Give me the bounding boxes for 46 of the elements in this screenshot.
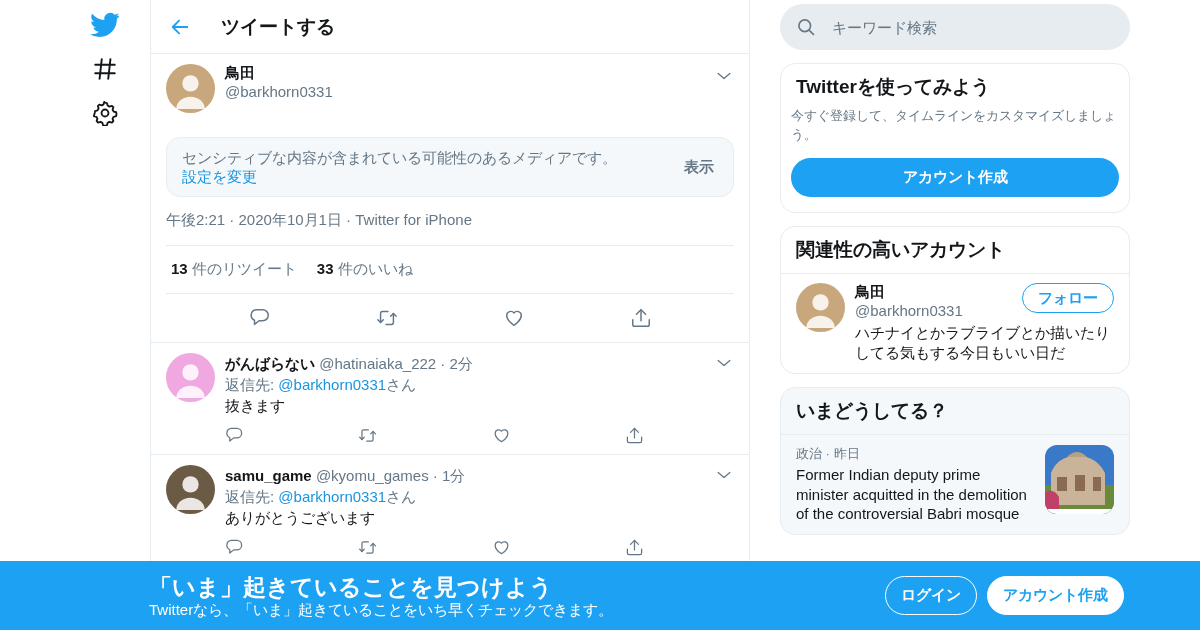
mention-link[interactable]: @barkhorn0331 (278, 376, 387, 393)
user-handle[interactable]: @hatinaiaka_222 · 2分 (319, 355, 473, 372)
settings-link[interactable]: 設定を変更 (182, 168, 257, 185)
reply-context: 返信先: @barkhorn0331さん (225, 487, 418, 507)
user-handle[interactable]: @barkhorn0331 (855, 302, 1022, 319)
card-description: 今すぐ登録して、タイムラインをカスタマイズしましょう。 (791, 107, 1117, 144)
login-button[interactable]: ログイン (885, 576, 977, 615)
stat-link[interactable]: 13 件のリツイート (171, 260, 297, 279)
card-title: Twitterを使ってみよう (795, 75, 991, 99)
banner-title: 「いま」起きていることを見つけよう (149, 572, 554, 601)
user-handle[interactable]: @kyomu_games · 1分 (315, 467, 466, 484)
section-title: いまどうしてる？ (796, 399, 949, 423)
user-name[interactable]: 鳥田 (855, 283, 1022, 302)
trend-item[interactable]: 政治 · 昨日 Former Indian deputy prime minister acquitted in the demolition of the controversial Babri mosque (781, 434, 1129, 534)
signup-button[interactable]: アカウント作成 (987, 576, 1124, 615)
reply-context: 返信先: @barkhorn0331さん (225, 375, 418, 395)
follow-button[interactable]: フォロー (1022, 283, 1114, 313)
bird-icon[interactable] (90, 12, 120, 38)
user-name[interactable]: がんばらない (225, 355, 315, 372)
stat-link[interactable]: 33 件のいいね (316, 260, 413, 279)
user-handle[interactable]: @barkhorn0331 (225, 83, 704, 100)
trend-meta: 政治 · 昨日 (796, 445, 861, 463)
avatar-icon[interactable] (166, 465, 215, 514)
settings-icon[interactable] (92, 100, 118, 126)
section-title: 関連性の高いアカウント (796, 238, 1006, 262)
sensitive-media-notice: センシティブな内容が含まれている可能性のあるメディアです。 設定を変更 (182, 148, 618, 186)
trend-headline: Former Indian deputy prime minister acquitted in the demolition of the controversial Babri mosque (796, 465, 1028, 524)
mention-link[interactable]: @barkhorn0331 (278, 488, 387, 505)
tweet-timestamp: 午後2:21 · 2020年10月1日 · Twitter for iPhone (166, 197, 734, 246)
share-icon[interactable] (625, 425, 644, 445)
show-button[interactable]: 表示 (680, 153, 718, 181)
hashtag-icon[interactable] (92, 56, 118, 82)
search-field[interactable]: キーワード検索 (780, 4, 1130, 50)
search-icon (796, 17, 816, 37)
banner-subtitle: Twitterなら、「いま」起きていることをいち早くチェックできます。 (149, 600, 615, 619)
reply-text: 抜きます (225, 396, 286, 416)
user-name[interactable]: samu_game (225, 467, 312, 484)
share-icon[interactable] (629, 307, 652, 329)
user-name[interactable]: 鳥田 (225, 64, 704, 83)
reply-text: ありがとうございます (225, 508, 376, 528)
page-title: ツイートする (221, 14, 335, 39)
user-bio: ハチナイとかラブライブとか描いたりしてる気もする今日もいい日だ (855, 323, 1111, 363)
reply-icon[interactable] (225, 537, 244, 557)
reply-icon[interactable] (225, 425, 244, 445)
share-icon[interactable] (625, 537, 644, 557)
signup-button[interactable]: アカウント作成 (791, 158, 1119, 197)
